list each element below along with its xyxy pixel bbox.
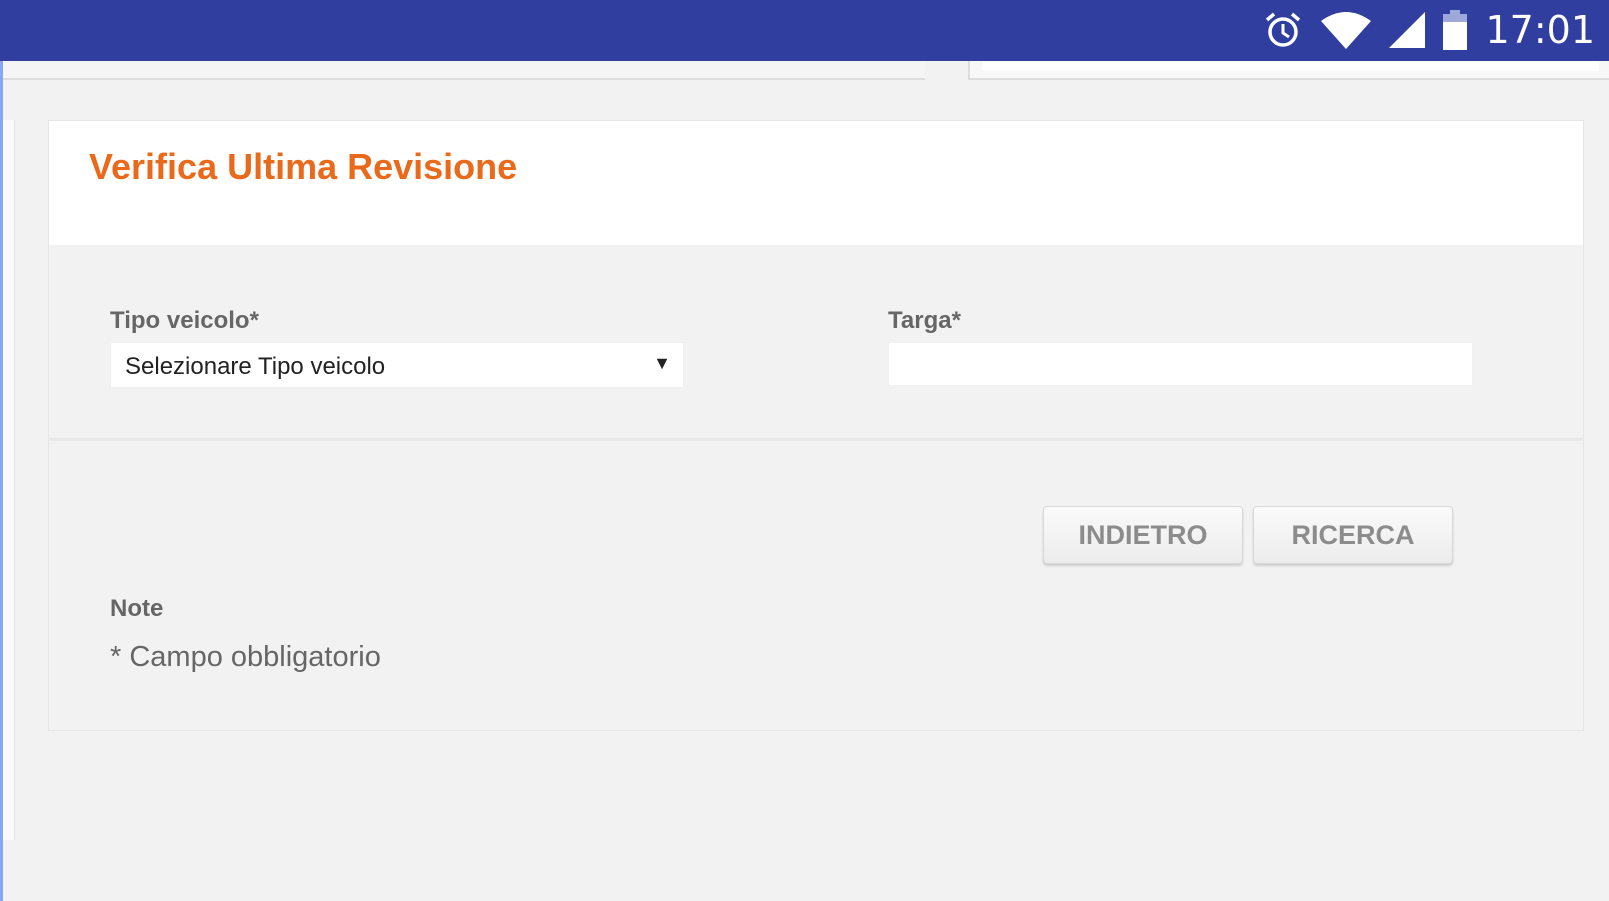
notes-heading: Note [110, 595, 164, 622]
wifi-icon [1321, 12, 1372, 49]
status-bar: 17:01 [0, 0, 1609, 61]
vehicle-type-select[interactable]: Selezionare Tipo veicolo ▼ [110, 342, 684, 388]
signal-icon [1389, 12, 1426, 48]
vehicle-type-value: Selezionare Tipo veicolo [125, 353, 386, 380]
plate-label: Targa* [888, 307, 961, 334]
top-panel-right [968, 61, 1609, 80]
plate-input[interactable] [888, 342, 1473, 386]
search-button[interactable]: RICERCA [1253, 506, 1453, 564]
required-field-note: * Campo obbligatorio [110, 641, 381, 673]
clock: 17:01 [1485, 8, 1595, 52]
alarm-icon [1266, 12, 1301, 47]
battery-icon [1443, 10, 1468, 50]
search-form: Tipo veicolo* Selezionare Tipo veicolo ▼… [49, 245, 1583, 441]
side-panel [3, 120, 15, 840]
card-header: Verifica Ultima Revisione [49, 121, 1583, 245]
revision-check-card: Verifica Ultima Revisione Tipo veicolo* … [48, 120, 1584, 731]
vehicle-type-label: Tipo veicolo* [110, 307, 259, 334]
dropdown-arrow-icon: ▼ [653, 353, 671, 373]
back-button[interactable]: INDIETRO [1043, 506, 1243, 564]
top-panel-left [3, 61, 925, 80]
page-title: Verifica Ultima Revisione [89, 146, 518, 187]
